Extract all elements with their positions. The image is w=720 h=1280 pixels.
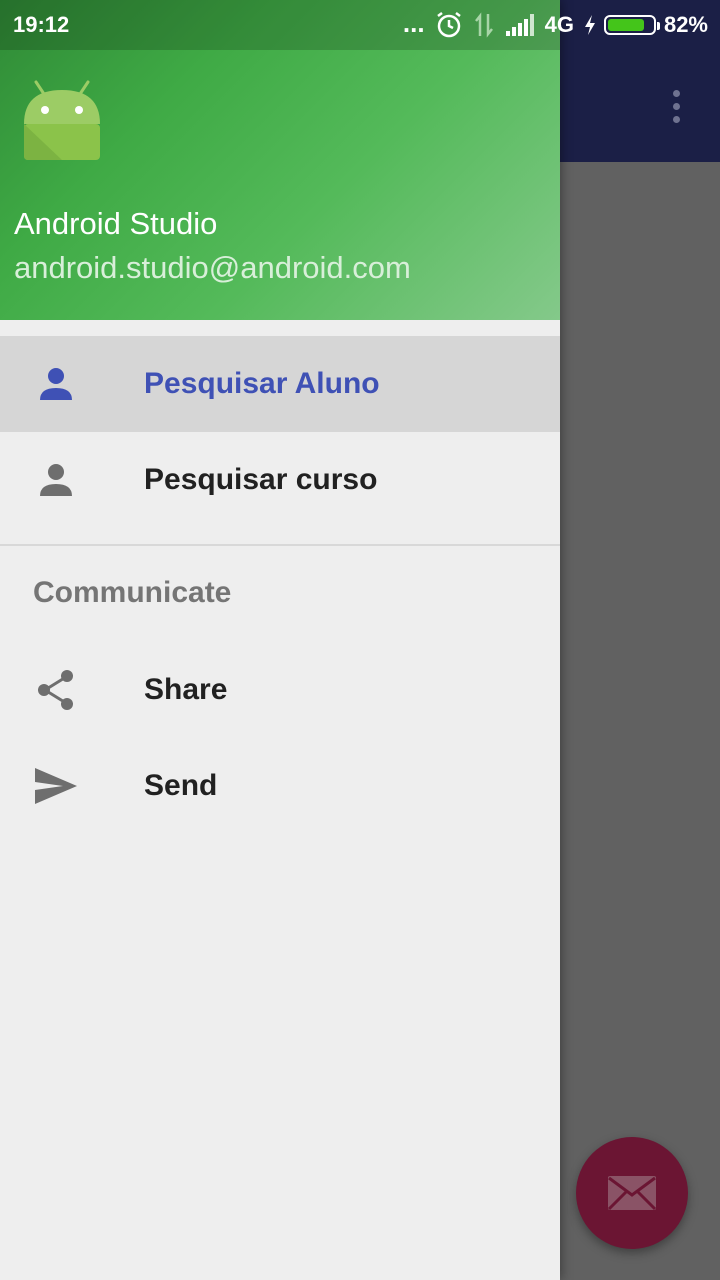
- person-icon: [34, 460, 78, 500]
- menu-item-pesquisar-aluno[interactable]: Pesquisar Aluno: [0, 336, 560, 432]
- menu-item-share[interactable]: Share: [0, 642, 560, 738]
- charging-icon: [584, 15, 595, 35]
- user-name: Android Studio: [14, 206, 218, 241]
- section-title-communicate: Communicate: [33, 576, 232, 609]
- status-time: 19:12: [13, 12, 70, 37]
- menu-item-label: Pesquisar Aluno: [144, 367, 380, 400]
- email-fab-button[interactable]: [576, 1137, 688, 1249]
- battery-indicator: 82%: [584, 12, 708, 38]
- battery-icon: [603, 15, 660, 35]
- email-icon: [607, 1176, 657, 1211]
- signal-icon: [505, 14, 534, 36]
- more-vert-icon[interactable]: [660, 84, 692, 128]
- alarm-icon: [436, 12, 461, 38]
- person-icon: [34, 364, 78, 404]
- android-robot-icon: [24, 80, 100, 160]
- send-icon: [34, 766, 78, 806]
- data-transfer-icon: [474, 12, 493, 38]
- network-type: 4G: [544, 12, 574, 37]
- user-email: android.studio@android.com: [14, 250, 411, 285]
- menu-item-pesquisar-curso[interactable]: Pesquisar curso: [0, 432, 560, 528]
- battery-percent: 82%: [663, 12, 708, 37]
- menu-item-label: Share: [144, 673, 228, 706]
- notification-dots: ...: [402, 8, 425, 38]
- divider: [0, 544, 560, 546]
- navigation-drawer: Android Studio android.studio@android.co…: [0, 0, 560, 1280]
- status-bar: 19:12 ... 4G 82%: [0, 0, 720, 50]
- menu-item-label: Send: [144, 769, 218, 802]
- share-icon: [34, 670, 78, 710]
- menu-item-send[interactable]: Send: [0, 738, 560, 834]
- menu-item-label: Pesquisar curso: [144, 463, 378, 496]
